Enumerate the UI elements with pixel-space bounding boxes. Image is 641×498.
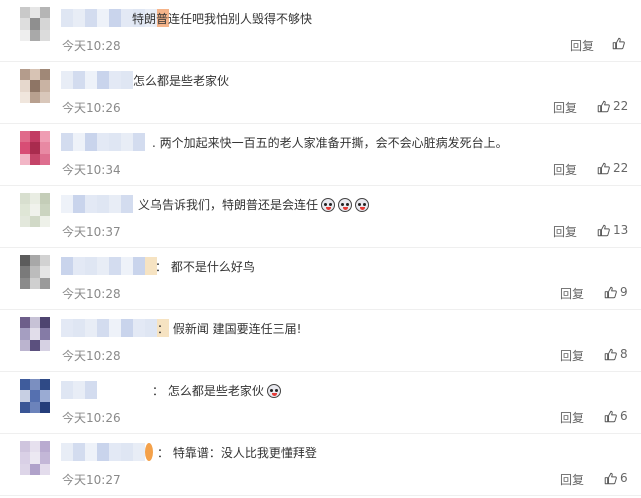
comment-text: . 两个加起来快一百五的老人家准备开撕，会不会心脏病发死台上。 bbox=[152, 135, 508, 151]
comment-time: 今天10:37 bbox=[62, 225, 121, 239]
comment-body: 怎么都是些老家伙 bbox=[133, 74, 230, 88]
laughing-dog-emoji-icon bbox=[338, 198, 353, 212]
like-count: 9 bbox=[620, 285, 628, 299]
reply-button[interactable]: 回复 bbox=[553, 161, 577, 178]
comment-time: 今天10:26 bbox=[62, 101, 121, 115]
like-button[interactable]: 6 bbox=[604, 409, 628, 423]
username-blurred[interactable] bbox=[61, 71, 133, 89]
comment-text: 怎么都是些老家伙 bbox=[133, 73, 229, 89]
comment-body: 义乌告诉我们，特朗普还是会连任 bbox=[138, 198, 319, 212]
comment-item: ： 特靠谱：没人比我更懂拜登今天10:27 回复 6 bbox=[0, 434, 641, 496]
comment-body: . 两个加起来快一百五的老人家准备开撕，会不会心脏病发死台上。 bbox=[152, 136, 508, 150]
username-blurred[interactable] bbox=[61, 195, 133, 213]
comment-time: 今天10:28 bbox=[62, 39, 121, 53]
like-button[interactable]: 13 bbox=[597, 223, 628, 237]
like-count: 8 bbox=[620, 347, 628, 361]
comment-text: ： 假新闻 建国要连任三届! bbox=[157, 321, 301, 337]
comment-time: 今天10:28 bbox=[62, 287, 121, 301]
thumbs-up-icon[interactable] bbox=[597, 100, 610, 113]
comment-body: ： 怎么都是些老家伙 bbox=[152, 384, 264, 398]
like-button[interactable]: 22 bbox=[597, 161, 628, 175]
thumbs-up-icon[interactable] bbox=[604, 472, 617, 485]
comment-body: 特朗普连任吧我怕别人毁得不够快 bbox=[132, 12, 313, 26]
avatar[interactable] bbox=[20, 7, 50, 41]
like-button[interactable]: 9 bbox=[604, 285, 628, 299]
comment-text: 义乌告诉我们，特朗普还是会连任 bbox=[138, 197, 370, 213]
comment-time: 今天10:28 bbox=[62, 349, 121, 363]
like-button[interactable] bbox=[612, 37, 628, 50]
username-blurred[interactable] bbox=[61, 257, 157, 275]
comment-text: 特朗普连任吧我怕别人毁得不够快 bbox=[132, 11, 312, 27]
comment-text: ： 都不是什么好鸟 bbox=[155, 259, 255, 275]
comment-time: 今天10:26 bbox=[62, 411, 121, 425]
reply-button[interactable]: 回复 bbox=[553, 223, 577, 240]
comment-text: ： 特靠谱：没人比我更懂拜登 bbox=[157, 445, 317, 461]
avatar[interactable] bbox=[20, 193, 50, 227]
reply-button[interactable]: 回复 bbox=[560, 347, 584, 364]
reply-button[interactable]: 回复 bbox=[560, 471, 584, 488]
avatar[interactable] bbox=[20, 317, 50, 351]
comment-text: ： 怎么都是些老家伙 bbox=[152, 383, 281, 399]
laughing-dog-emoji-icon bbox=[321, 198, 336, 212]
like-count: 22 bbox=[613, 99, 629, 113]
avatar[interactable] bbox=[20, 255, 50, 289]
comment-item: ： 都不是什么好鸟今天10:28 回复 9 bbox=[0, 248, 641, 310]
laughing-dog-emoji-icon bbox=[355, 198, 370, 212]
comment-body: ： 都不是什么好鸟 bbox=[155, 260, 255, 274]
reply-button[interactable]: 回复 bbox=[570, 37, 594, 54]
reply-button[interactable]: 回复 bbox=[560, 285, 584, 302]
thumbs-up-icon[interactable] bbox=[604, 286, 617, 299]
comment-list: 特朗普连任吧我怕别人毁得不够快 今天10:28 回复 怎么都是些老家伙 今天10:26 回… bbox=[0, 0, 641, 498]
avatar[interactable] bbox=[20, 69, 50, 103]
thumbs-up-icon[interactable] bbox=[597, 162, 610, 175]
thumbs-up-icon[interactable] bbox=[612, 37, 625, 50]
thumbs-up-icon[interactable] bbox=[604, 348, 617, 361]
avatar[interactable] bbox=[20, 131, 50, 165]
username-blurred[interactable] bbox=[61, 319, 169, 337]
comment-body: ： 假新闻 建国要连任三届! bbox=[157, 322, 302, 336]
username-blurred[interactable] bbox=[61, 381, 97, 399]
username-blurred[interactable] bbox=[61, 133, 145, 151]
laughing-dog-emoji-icon bbox=[266, 384, 281, 398]
comment-time: 今天10:27 bbox=[62, 473, 121, 487]
avatar[interactable] bbox=[20, 441, 50, 475]
reply-button[interactable]: 回复 bbox=[553, 99, 577, 116]
like-button[interactable]: 22 bbox=[597, 99, 628, 113]
like-count: 6 bbox=[620, 471, 628, 485]
comment-item: . 两个加起来快一百五的老人家准备开撕，会不会心脏病发死台上。今天10:34 回复… bbox=[0, 124, 641, 186]
username-blurred[interactable] bbox=[61, 443, 153, 461]
comment-item: ： 假新闻 建国要连任三届! 今天10:28 回复 8 bbox=[0, 310, 641, 372]
like-button[interactable]: 6 bbox=[604, 471, 628, 485]
comment-item: ： 怎么都是些老家伙今天10:26 回复 6 bbox=[0, 372, 641, 434]
comment-item: 义乌告诉我们，特朗普还是会连任今天10:37 回复 13 bbox=[0, 186, 641, 248]
comment-body: ： 特靠谱：没人比我更懂拜登 bbox=[157, 446, 317, 460]
like-button[interactable]: 8 bbox=[604, 347, 628, 361]
like-count: 6 bbox=[620, 409, 628, 423]
comment-time: 今天10:34 bbox=[62, 163, 121, 177]
thumbs-up-icon[interactable] bbox=[597, 224, 610, 237]
thumbs-up-icon[interactable] bbox=[604, 410, 617, 423]
like-count: 13 bbox=[613, 223, 629, 237]
reply-button[interactable]: 回复 bbox=[560, 409, 584, 426]
comment-item: 特朗普连任吧我怕别人毁得不够快 今天10:28 回复 bbox=[0, 0, 641, 62]
like-count: 22 bbox=[613, 161, 629, 175]
avatar[interactable] bbox=[20, 379, 50, 413]
comment-item: 怎么都是些老家伙 今天10:26 回复 22 bbox=[0, 62, 641, 124]
